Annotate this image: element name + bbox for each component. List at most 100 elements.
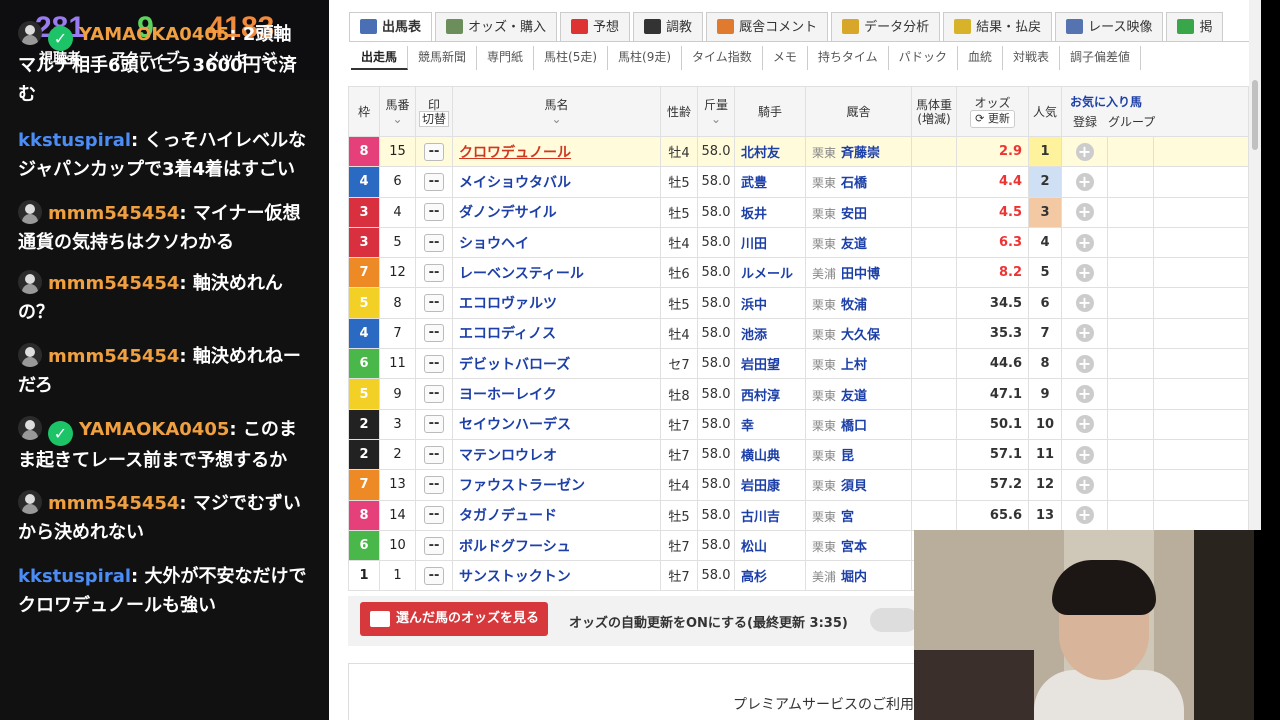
header-mark[interactable]: 印切替	[415, 86, 453, 137]
subtab-5[interactable]: タイム指数	[682, 46, 763, 70]
jockey-link[interactable]: 岩田康	[734, 469, 806, 501]
favorite-add-cell[interactable]: +	[1061, 348, 1108, 380]
jockey-link[interactable]: 岩田望	[734, 348, 806, 380]
trainer-cell[interactable]: 栗東 友道	[805, 378, 912, 410]
horse-name-link[interactable]: ボルドグフーシュ	[452, 529, 661, 562]
tab-8[interactable]: 掲	[1166, 12, 1224, 42]
mark-cell[interactable]: --	[415, 196, 453, 228]
trainer-link[interactable]: 橋口	[841, 419, 867, 434]
mark-cell[interactable]: --	[415, 438, 453, 471]
header-kin[interactable]: 斤量 ⌄	[697, 86, 735, 137]
chat-username[interactable]: YAMAOKA0405	[79, 24, 229, 45]
horse-name-link[interactable]: サンストックトン	[452, 560, 661, 592]
mark-cell[interactable]: --	[415, 166, 453, 198]
favorite-add-cell[interactable]: +	[1061, 257, 1108, 289]
horse-name-link[interactable]: エコロディノス	[452, 317, 661, 350]
mark-select[interactable]: --	[424, 233, 444, 252]
tab-7[interactable]: レース映像	[1055, 12, 1164, 42]
trainer-link[interactable]: 友道	[841, 389, 867, 404]
plus-icon[interactable]: +	[1075, 415, 1094, 434]
trainer-cell[interactable]: 栗東 石橋	[805, 166, 912, 198]
mark-select[interactable]: --	[424, 294, 444, 313]
favorite-add-cell[interactable]: +	[1061, 196, 1108, 228]
trainer-link[interactable]: 安田	[841, 207, 867, 222]
view-selected-odds-button[interactable]: 選んだ馬のオッズを見る	[360, 602, 548, 636]
favorite-add-cell[interactable]: +	[1061, 469, 1108, 501]
plus-icon[interactable]: +	[1075, 142, 1094, 161]
trainer-link[interactable]: 宮	[841, 510, 854, 525]
mark-select[interactable]: --	[424, 203, 444, 222]
subtab-8[interactable]: パドック	[889, 46, 958, 70]
subtab-1[interactable]: 競馬新聞	[408, 46, 478, 70]
mark-cell[interactable]: --	[415, 135, 453, 168]
tab-0[interactable]: 出馬表	[349, 12, 433, 42]
favorite-add-cell[interactable]: +	[1061, 499, 1108, 531]
mark-select[interactable]: --	[424, 263, 444, 282]
mark-select[interactable]: --	[424, 385, 444, 404]
scrollbar[interactable]	[1249, 0, 1261, 530]
horse-name-link[interactable]: ショウヘイ	[452, 226, 661, 259]
trainer-link[interactable]: 大久保	[841, 328, 880, 343]
subtab-3[interactable]: 馬柱(5走)	[534, 46, 609, 70]
horse-name-link[interactable]: ダノンデサイル	[452, 196, 661, 228]
subtab-0[interactable]: 出走馬	[351, 46, 409, 70]
trainer-cell[interactable]: 栗東 上村	[805, 348, 912, 380]
mark-select[interactable]: --	[424, 142, 444, 161]
trainer-link[interactable]: 堀内	[841, 570, 867, 585]
mark-cell[interactable]: --	[415, 287, 453, 319]
subtab-9[interactable]: 血統	[958, 46, 1003, 70]
mark-select[interactable]: --	[424, 475, 444, 494]
chat-username[interactable]: YAMAOKA0405	[79, 419, 229, 440]
tab-4[interactable]: 厩舎コメント	[706, 12, 829, 42]
header-popularity[interactable]: 人気	[1028, 86, 1062, 137]
trainer-cell[interactable]: 栗東 友道	[805, 226, 912, 259]
tab-5[interactable]: データ分析	[831, 12, 941, 42]
plus-icon[interactable]: +	[1075, 172, 1094, 191]
trainer-cell[interactable]: 美浦 田中博	[805, 257, 912, 289]
favorite-add-cell[interactable]: +	[1061, 378, 1108, 410]
chat-username[interactable]: kkstuspiral	[18, 566, 131, 587]
chat-username[interactable]: mmm545454	[48, 203, 179, 224]
plus-icon[interactable]: +	[1075, 233, 1094, 252]
subtab-11[interactable]: 調子偏差値	[1060, 46, 1142, 70]
jockey-link[interactable]: 古川吉	[734, 499, 806, 531]
subtab-2[interactable]: 専門紙	[477, 46, 535, 70]
favorite-add-cell[interactable]: +	[1061, 226, 1108, 259]
mark-toggle-button[interactable]: 切替	[418, 110, 449, 127]
scrollbar-thumb[interactable]	[1252, 80, 1258, 150]
jockey-link[interactable]: 浜中	[734, 287, 806, 319]
mark-cell[interactable]: --	[415, 226, 453, 259]
trainer-link[interactable]: 田中博	[841, 267, 880, 282]
favorite-add-cell[interactable]: +	[1061, 408, 1108, 440]
horse-name-link[interactable]: セイウンハーデス	[452, 408, 661, 440]
horse-name-link[interactable]: レーベンスティール	[452, 257, 661, 289]
plus-icon[interactable]: +	[1075, 475, 1094, 494]
trainer-cell[interactable]: 栗東 橋口	[805, 408, 912, 440]
trainer-link[interactable]: 上村	[841, 358, 867, 373]
favorite-add-cell[interactable]: +	[1061, 317, 1108, 350]
trainer-cell[interactable]: 栗東 安田	[805, 196, 912, 228]
horse-name-link[interactable]: デビットバローズ	[452, 348, 661, 380]
subtab-6[interactable]: メモ	[763, 46, 808, 70]
mark-cell[interactable]: --	[415, 408, 453, 440]
mark-cell[interactable]: --	[415, 560, 453, 592]
tab-6[interactable]: 結果・払戻	[943, 12, 1053, 42]
mark-select[interactable]: --	[424, 415, 444, 434]
plus-icon[interactable]: +	[1075, 506, 1094, 525]
plus-icon[interactable]: +	[1075, 203, 1094, 222]
horse-name-link[interactable]: クロワデュノール	[452, 135, 661, 168]
trainer-cell[interactable]: 栗東 宮本	[805, 529, 912, 562]
trainer-link[interactable]: 須貝	[841, 479, 867, 494]
jockey-link[interactable]: ルメール	[734, 257, 806, 289]
trainer-cell[interactable]: 栗東 牧浦	[805, 287, 912, 319]
trainer-cell[interactable]: 栗東 斉藤崇	[805, 135, 912, 168]
mark-select[interactable]: --	[424, 445, 444, 464]
favorite-add-cell[interactable]: +	[1061, 438, 1108, 471]
trainer-link[interactable]: 昆	[841, 449, 854, 464]
trainer-link[interactable]: 石橋	[841, 176, 867, 191]
horse-name-link[interactable]: ファウストラーゼン	[452, 469, 661, 501]
jockey-link[interactable]: 坂井	[734, 196, 806, 228]
mark-cell[interactable]: --	[415, 378, 453, 410]
trainer-link[interactable]: 牧浦	[841, 298, 867, 313]
tab-3[interactable]: 調教	[633, 12, 704, 42]
